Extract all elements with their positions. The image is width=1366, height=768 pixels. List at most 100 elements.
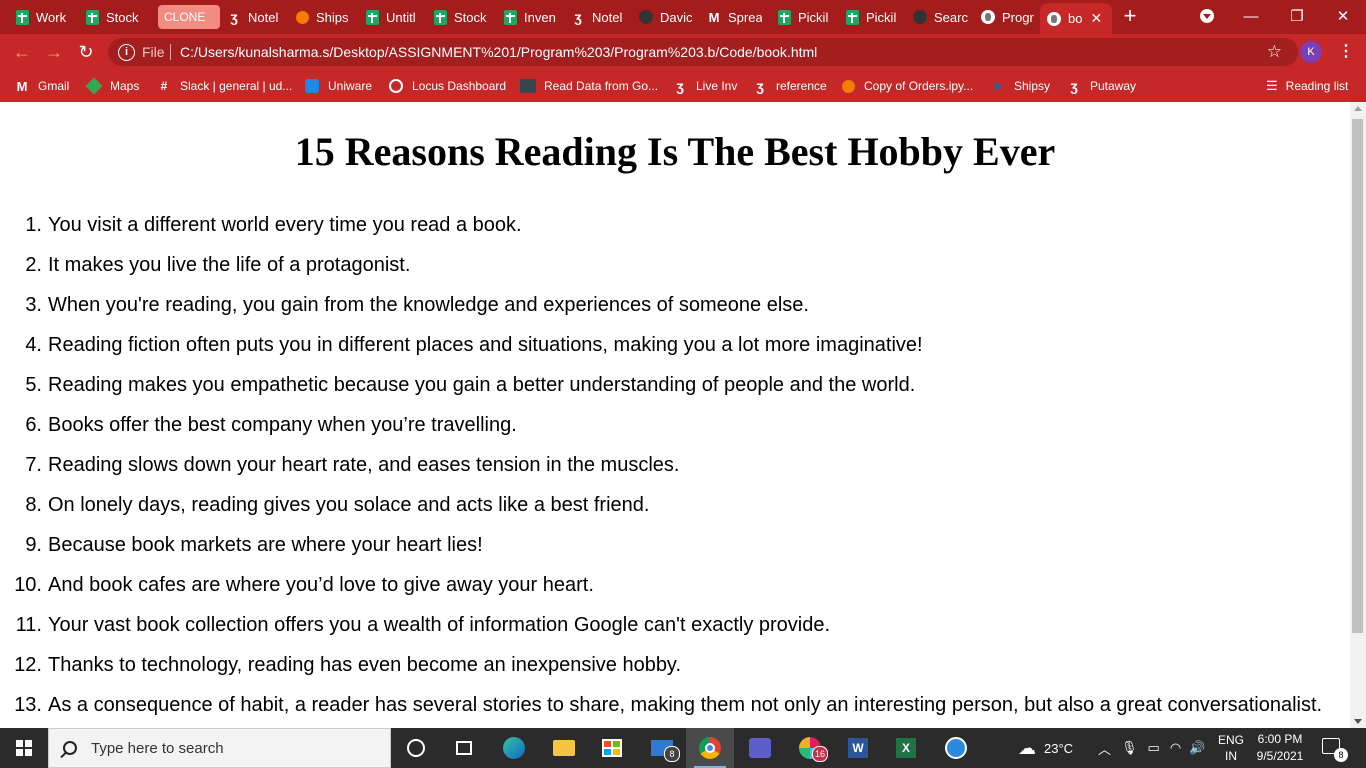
- tab-book-active[interactable]: bo ✕: [1040, 3, 1112, 34]
- tab-picking-2[interactable]: Pickil: [844, 5, 900, 29]
- tab-group-clone[interactable]: CLONE: [158, 5, 220, 29]
- weather-widget[interactable]: ☁ 23°C: [1018, 728, 1073, 768]
- microphone-icon[interactable]: 🎙: [1121, 740, 1138, 756]
- tab-notebook-2[interactable]: ʒ Notel: [570, 5, 626, 29]
- start-button[interactable]: [0, 728, 48, 768]
- tab-stock[interactable]: Stock: [84, 5, 146, 29]
- excel-app[interactable]: X: [882, 728, 930, 768]
- bookmark-uniware[interactable]: Uniware: [304, 77, 372, 95]
- address-bar[interactable]: i File C:/Users/kunalsharma.s/Desktop/AS…: [108, 38, 1298, 66]
- sheets-icon: [84, 9, 100, 25]
- bookmark-label: Uniware: [328, 79, 373, 93]
- bookmark-slack[interactable]: # Slack | general | ud...: [156, 77, 293, 95]
- jupyter-icon: [840, 78, 856, 94]
- system-clock[interactable]: 6:00 PM 9/5/2021: [1248, 731, 1312, 765]
- tab-work[interactable]: Work: [14, 5, 76, 29]
- tab-ships[interactable]: Ships: [294, 5, 350, 29]
- search-icon: [63, 741, 77, 755]
- bookmark-star-icon[interactable]: ☆: [1267, 42, 1282, 62]
- tab-untitled[interactable]: Untitl: [364, 5, 420, 29]
- reading-list-button[interactable]: ☰ Reading list: [1266, 77, 1348, 95]
- tab-spreadsheet[interactable]: M Sprea: [706, 5, 762, 29]
- forward-button[interactable]: →: [44, 42, 64, 62]
- list-number: 7.: [25, 454, 42, 476]
- tab-label: Stock: [106, 9, 139, 25]
- close-window-button[interactable]: ✕: [1320, 0, 1366, 32]
- browser-menu-button[interactable]: ⋮: [1338, 42, 1354, 62]
- close-tab-icon[interactable]: ✕: [1090, 10, 1102, 27]
- system-tray: ︿ 🎙 ▭ ◠ 🔊: [1098, 728, 1205, 768]
- chevron-up-icon[interactable]: ︿: [1098, 739, 1111, 758]
- bookmark-live-inv[interactable]: ʒ Live Inv: [672, 77, 737, 95]
- bookmark-label: Read Data from Go...: [544, 79, 659, 93]
- list-text: As a consequence of habit, a reader has …: [48, 694, 1323, 716]
- vertical-scrollbar[interactable]: [1350, 102, 1366, 728]
- bookmark-shipsy[interactable]: ➤ Shipsy: [990, 77, 1050, 95]
- bookmark-reference[interactable]: ʒ reference: [752, 77, 826, 95]
- scrollbar-thumb[interactable]: [1352, 119, 1363, 633]
- word-app[interactable]: W: [834, 728, 882, 768]
- list-number: 9.: [25, 534, 42, 556]
- mail-app[interactable]: 8: [638, 728, 686, 768]
- new-tab-button[interactable]: +: [1118, 5, 1142, 29]
- bookmark-maps[interactable]: Maps: [85, 77, 139, 95]
- profile-avatar[interactable]: K: [1300, 41, 1322, 63]
- tab-search-button[interactable]: [1184, 0, 1230, 32]
- tab-label: Davic: [660, 9, 693, 25]
- tab-group-label: CLONE: [164, 10, 206, 24]
- globe-icon: [1046, 11, 1062, 27]
- bookmark-gmail[interactable]: M Gmail: [14, 77, 70, 95]
- tab-github-davic[interactable]: Davic: [638, 5, 694, 29]
- list-text: Books offer the best company when you’re…: [48, 414, 517, 436]
- scroll-down-arrow-icon[interactable]: [1354, 719, 1362, 724]
- input-language[interactable]: ENG IN: [1218, 728, 1244, 768]
- battery-icon[interactable]: ▭: [1148, 740, 1160, 756]
- minimize-button[interactable]: —: [1228, 0, 1274, 32]
- tab-label: Pickil: [798, 9, 829, 25]
- slack-app[interactable]: 16: [786, 728, 834, 768]
- scroll-up-arrow-icon[interactable]: [1354, 106, 1362, 111]
- list-text: Reading fiction often puts you in differ…: [48, 334, 923, 356]
- back-button[interactable]: ←: [12, 42, 32, 62]
- list-text: You visit a different world every time y…: [48, 214, 522, 236]
- tds-icon: [520, 78, 536, 94]
- store-app[interactable]: [588, 728, 636, 768]
- bookmark-putaway[interactable]: ʒ Putaway: [1066, 77, 1136, 95]
- word-icon: W: [848, 738, 868, 758]
- chrome-app[interactable]: [686, 728, 734, 768]
- tab-inventory[interactable]: Inven: [502, 5, 558, 29]
- file-explorer-app[interactable]: [540, 728, 588, 768]
- tab-label: Notel: [248, 9, 279, 25]
- tab-program[interactable]: Progr: [980, 5, 1036, 29]
- bookmark-label: Slack | general | ud...: [180, 79, 293, 93]
- folder-icon: [553, 740, 575, 756]
- tab-github-search[interactable]: Searc: [912, 5, 968, 29]
- clock-time: 6:00 PM: [1257, 732, 1303, 746]
- tab-label: Untitl: [386, 9, 416, 25]
- browser-app[interactable]: [932, 728, 980, 768]
- bookmark-read-data[interactable]: Read Data from Go...: [520, 77, 658, 95]
- bookmark-label: Locus Dashboard: [412, 79, 507, 93]
- wifi-icon[interactable]: ◠: [1170, 740, 1181, 756]
- tab-stock-2[interactable]: Stock: [432, 5, 488, 29]
- tab-strip: Work Stock CLONE ʒ Notel Ships Untitl St…: [0, 0, 1366, 34]
- tab-picking[interactable]: Pickil: [776, 5, 832, 29]
- restore-button[interactable]: ❐: [1274, 0, 1320, 32]
- tab-notebook[interactable]: ʒ Notel: [226, 5, 282, 29]
- locus-icon: [388, 78, 404, 94]
- teams-icon: [749, 738, 771, 758]
- list-number: 13.: [14, 694, 42, 716]
- teams-app[interactable]: [736, 728, 784, 768]
- url-text[interactable]: C:/Users/kunalsharma.s/Desktop/ASSIGNMEN…: [180, 44, 817, 60]
- task-view-button[interactable]: [440, 728, 488, 768]
- minimize-icon: —: [1243, 7, 1259, 25]
- bookmark-orders[interactable]: Copy of Orders.ipy...: [840, 77, 973, 95]
- info-icon[interactable]: i: [118, 44, 135, 61]
- reload-button[interactable]: ↻: [76, 42, 96, 62]
- bookmark-locus[interactable]: Locus Dashboard: [388, 77, 506, 95]
- volume-icon[interactable]: 🔊: [1189, 740, 1205, 756]
- tab-label: bo: [1068, 11, 1083, 26]
- edge-app[interactable]: [490, 728, 538, 768]
- taskbar-search[interactable]: Type here to search: [48, 728, 391, 768]
- cortana-button[interactable]: [392, 728, 440, 768]
